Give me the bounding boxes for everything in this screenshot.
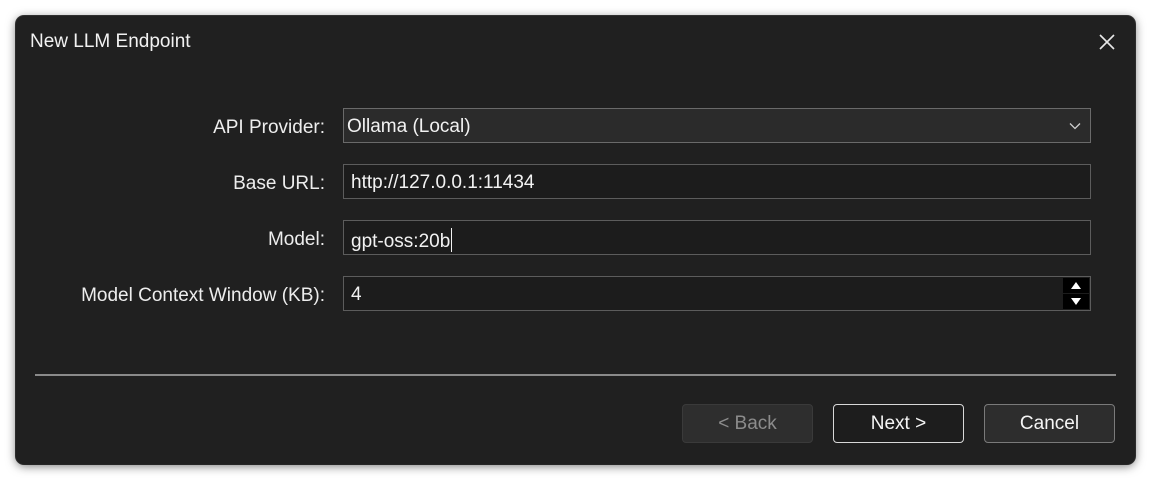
api-provider-label: API Provider:	[213, 117, 325, 138]
spin-down-button[interactable]	[1063, 294, 1089, 309]
context-window-value: 4	[351, 284, 362, 305]
api-provider-select[interactable]: Ollama (Local)	[343, 108, 1091, 143]
context-window-spinbox[interactable]: 4	[343, 276, 1091, 311]
spinner-controls	[1063, 278, 1089, 309]
chevron-down-icon	[1069, 123, 1081, 130]
cancel-button[interactable]: Cancel	[984, 404, 1115, 443]
close-button[interactable]	[1089, 26, 1125, 58]
context-window-label: Model Context Window (KB):	[81, 285, 325, 306]
text-caret	[451, 228, 453, 252]
footer-separator	[35, 374, 1116, 376]
base-url-label: Base URL:	[233, 173, 325, 194]
close-icon	[1099, 34, 1115, 50]
next-button[interactable]: Next >	[833, 404, 964, 443]
model-input[interactable]: gpt-oss:20b	[343, 220, 1091, 255]
new-llm-endpoint-dialog: New LLM Endpoint API Provider: Ollama (L…	[16, 16, 1135, 464]
title-bar: New LLM Endpoint	[16, 16, 1135, 70]
arrow-down-icon	[1071, 298, 1081, 305]
model-value-wrap: gpt-oss:20b	[351, 228, 453, 253]
api-provider-value: Ollama (Local)	[347, 116, 471, 137]
model-label: Model:	[267, 229, 325, 250]
dialog-title: New LLM Endpoint	[30, 31, 191, 52]
base-url-value: http://127.0.0.1:11434	[351, 172, 535, 193]
model-value: gpt-oss:20b	[351, 231, 451, 252]
back-button[interactable]: < Back	[682, 404, 813, 443]
base-url-input[interactable]: http://127.0.0.1:11434	[343, 164, 1091, 199]
spin-up-button[interactable]	[1063, 278, 1089, 293]
arrow-up-icon	[1071, 282, 1081, 289]
